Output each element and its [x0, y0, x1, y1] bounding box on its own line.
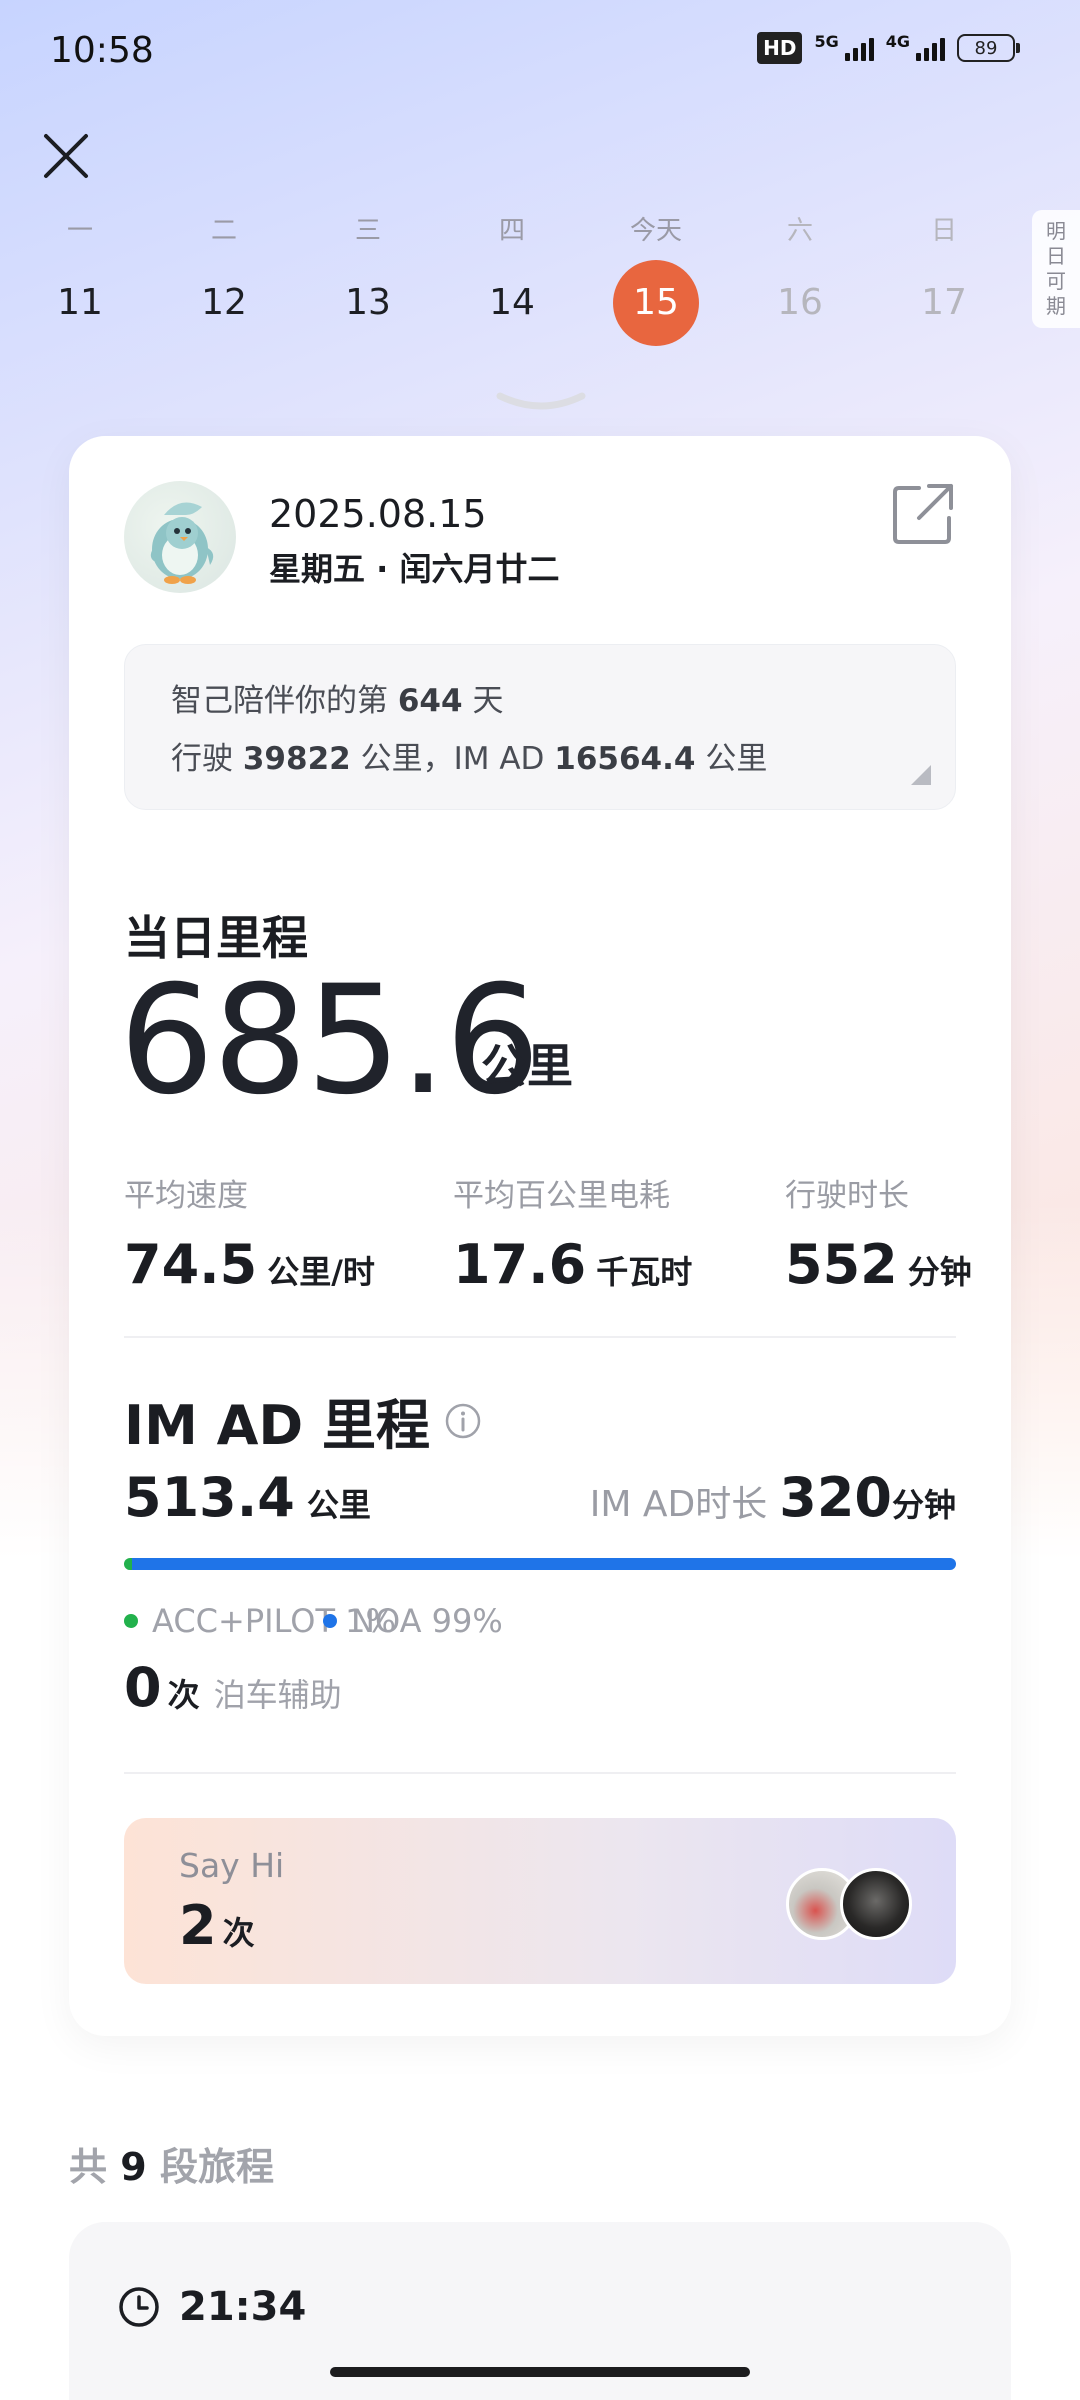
- day-label: 日: [930, 216, 957, 246]
- companion-summary-box: 智己陪伴你的第 644 天 行驶 39822 公里，IM AD 16564.4 …: [124, 644, 956, 810]
- daily-report-card: 2025.08.15 星期五 · 闰六月廿二 智己陪伴你的第 644 天 行驶 …: [69, 436, 1011, 2036]
- day-number: 17: [921, 282, 967, 323]
- progress-acc-segment: [124, 1558, 133, 1570]
- total-distance-line: 行驶 39822 公里，IM AD 16564.4 公里: [171, 741, 768, 777]
- trip-start-time: 21:34: [117, 2284, 306, 2330]
- network-4g-label: 4G: [885, 32, 910, 51]
- imad-section-title: IM AD 里程: [124, 1381, 482, 1460]
- battery-icon: 89: [957, 34, 1020, 62]
- clock-icon: [119, 2287, 159, 2327]
- report-date: 2025.08.15: [269, 492, 487, 536]
- stat-driving-duration: 行驶时长 552 分钟: [785, 1178, 972, 1296]
- status-icons: HD 5G 4G 89: [757, 32, 1020, 64]
- day-label: 三: [354, 216, 381, 246]
- day-13[interactable]: 三 13: [318, 210, 418, 346]
- day-number: 16: [777, 282, 823, 323]
- share-icon[interactable]: [889, 480, 957, 548]
- day-label: 今天: [629, 216, 682, 246]
- mascot-avatar: [124, 481, 236, 593]
- corner-fold-icon: [911, 765, 931, 785]
- week-selector: 一 11 二 12 三 13 四 14 今天 15 六 16 日 17: [30, 210, 970, 360]
- say-hi-panel[interactable]: Say Hi 2次: [124, 1818, 956, 1984]
- legend-dot-blue: [323, 1614, 337, 1628]
- status-bar: 10:58 HD 5G 4G 89: [0, 0, 1080, 100]
- divider: [124, 1336, 956, 1338]
- imad-mode-progress-bar: [124, 1558, 956, 1570]
- daily-distance-value: 685.6: [119, 954, 540, 1128]
- day-number: 14: [489, 282, 535, 323]
- legend-noa: NOA 99%: [323, 1602, 503, 1640]
- report-weekday-lunar: 星期五 · 闰六月廿二: [269, 550, 560, 588]
- day-number: 11: [57, 282, 103, 323]
- day-16[interactable]: 六 16: [750, 210, 850, 346]
- companion-days-line: 智己陪伴你的第 644 天: [171, 683, 504, 719]
- stat-energy-consumption: 平均百公里电耗 17.6 千瓦时: [453, 1178, 693, 1296]
- day-11[interactable]: 一 11: [30, 210, 130, 346]
- say-hi-avatars: [786, 1868, 916, 1940]
- stat-average-speed: 平均速度 74.5 公里/时: [124, 1178, 375, 1296]
- imad-total-km-value: 16564.4: [554, 741, 696, 777]
- day-17[interactable]: 日 17: [894, 210, 994, 346]
- say-hi-count: 2次: [179, 1894, 255, 1957]
- day-label: 二: [210, 216, 237, 246]
- day-14[interactable]: 四 14: [462, 210, 562, 346]
- parking-assist-count: 0 次 泊车辅助: [124, 1656, 342, 1719]
- companion-days-value: 644: [397, 683, 463, 719]
- signal-strength-icon-2: [916, 35, 945, 61]
- day-label: 一: [66, 216, 93, 246]
- tomorrow-tab-char: 日: [1046, 244, 1066, 268]
- tomorrow-tab-char: 可: [1046, 269, 1066, 293]
- day-12[interactable]: 二 12: [174, 210, 274, 346]
- day-number: 12: [201, 282, 247, 323]
- divider: [124, 1772, 956, 1774]
- trip-count-heading: 共 9 段旅程: [69, 2145, 274, 2189]
- avatar: [840, 1868, 912, 1940]
- day-number: 13: [345, 282, 391, 323]
- home-indicator[interactable]: [330, 2367, 750, 2377]
- penguin-mascot-icon: [150, 502, 214, 584]
- network-5g-label: 5G: [814, 32, 839, 51]
- daily-distance-unit: 公里: [481, 1039, 573, 1093]
- status-time: 10:58: [50, 30, 154, 71]
- hd-voice-badge: HD: [757, 32, 803, 64]
- close-icon[interactable]: [38, 128, 94, 184]
- total-km-value: 39822: [242, 741, 351, 777]
- legend-dot-green: [124, 1614, 138, 1628]
- say-hi-title: Say Hi: [179, 1846, 285, 1885]
- signal-strength-icon: [844, 35, 874, 61]
- day-label: 四: [498, 216, 525, 246]
- day-number: 15: [613, 260, 699, 346]
- tomorrow-tab-char: 明: [1046, 219, 1066, 243]
- info-icon[interactable]: [444, 1402, 482, 1440]
- imad-duration: IM AD时长 320 分钟: [589, 1466, 956, 1529]
- tomorrow-tab[interactable]: 明日可期: [1032, 210, 1080, 328]
- tomorrow-tab-char: 期: [1046, 294, 1066, 318]
- progress-noa-segment: [132, 1558, 956, 1570]
- day-label: 六: [786, 216, 813, 246]
- imad-distance: 513.4 公里: [124, 1466, 371, 1529]
- battery-level: 89: [957, 34, 1015, 62]
- day-15[interactable]: 今天 15: [606, 210, 706, 346]
- chevron-down-icon[interactable]: [496, 390, 586, 414]
